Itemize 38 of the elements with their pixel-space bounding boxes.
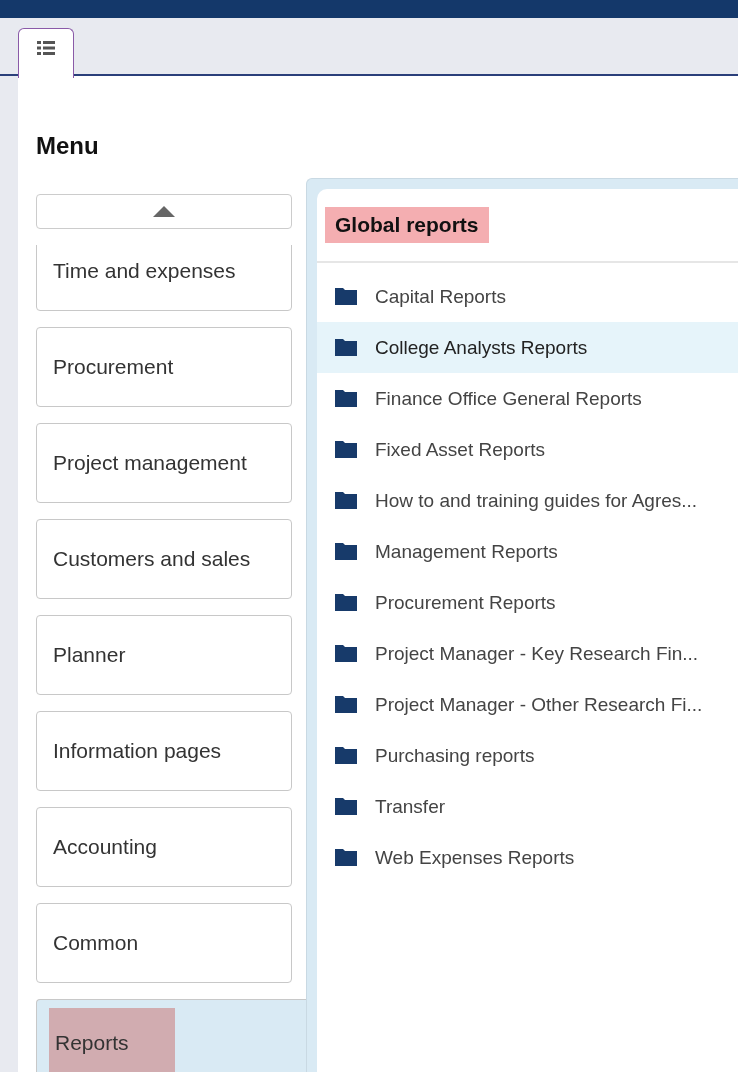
caret-up-icon <box>153 206 175 217</box>
menu-item[interactable]: Customers and sales <box>36 519 292 599</box>
folder-icon <box>335 594 357 611</box>
folder-icon <box>335 798 357 815</box>
menu-item[interactable]: Time and expenses <box>36 245 292 311</box>
menu-item[interactable]: Common <box>36 903 292 983</box>
folder-icon <box>335 390 357 407</box>
folder-icon <box>335 543 357 560</box>
folder-icon <box>335 441 357 458</box>
folder-icon <box>335 339 357 356</box>
menu-heading: Menu <box>36 132 100 161</box>
folder-item[interactable]: Transfer <box>317 781 738 832</box>
folder-item[interactable]: Purchasing reports <box>317 730 738 781</box>
menu-item[interactable]: Accounting <box>36 807 292 887</box>
folder-item[interactable]: Procurement Reports <box>317 577 738 628</box>
menu-item[interactable]: Information pages <box>36 711 292 791</box>
menu-item[interactable]: Procurement <box>36 327 292 407</box>
panel-title: Global reports <box>325 207 489 243</box>
list-icon <box>37 41 55 55</box>
folder-icon <box>335 492 357 509</box>
folder-icon <box>335 288 357 305</box>
folder-item[interactable]: Web Expenses Reports <box>317 832 738 883</box>
menu-item[interactable]: Planner <box>36 615 292 695</box>
menu-item[interactable]: Project management <box>36 423 292 503</box>
folder-icon <box>335 696 357 713</box>
folder-item[interactable]: Fixed Asset Reports <box>317 424 738 475</box>
folder-item[interactable]: Project Manager - Other Research Fi... <box>317 679 738 730</box>
folder-icon <box>335 645 357 662</box>
folder-item[interactable]: Management Reports <box>317 526 738 577</box>
folder-item[interactable]: Project Manager - Key Research Fin... <box>317 628 738 679</box>
folder-item[interactable]: How to and training guides for Agres... <box>317 475 738 526</box>
folder-item[interactable]: College Analysts Reports <box>317 322 738 373</box>
menu-tab[interactable] <box>18 28 74 78</box>
menu-item[interactable]: Reports <box>36 999 306 1072</box>
folder-item[interactable]: Capital Reports <box>317 271 738 322</box>
folder-item[interactable]: Finance Office General Reports <box>317 373 738 424</box>
folder-icon <box>335 747 357 764</box>
folder-icon <box>335 849 357 866</box>
